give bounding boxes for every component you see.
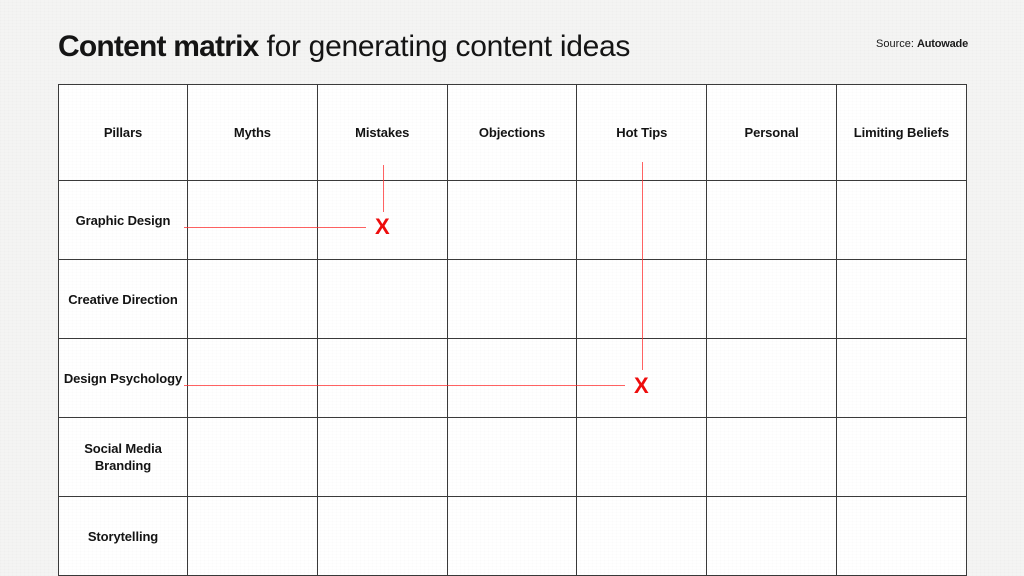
cell-design-psychology-myths[interactable] — [187, 338, 318, 418]
cell-social-media-branding-limiting-beliefs[interactable] — [835, 417, 967, 497]
cell-creative-direction-objections[interactable] — [446, 259, 578, 339]
column-header-limiting-beliefs: Limiting Beliefs — [835, 84, 967, 181]
cell-storytelling-limiting-beliefs[interactable] — [835, 496, 967, 576]
page-title: Content matrix for generating content id… — [58, 28, 630, 66]
source-credit: Source: Autowade — [876, 38, 968, 50]
table-row: Social Media Branding — [58, 417, 967, 497]
cell-social-media-branding-objections[interactable] — [446, 417, 578, 497]
page-title-emphasis: Content matrix — [58, 30, 259, 63]
column-header-mistakes: Mistakes — [316, 84, 448, 181]
cell-creative-direction-myths[interactable] — [187, 259, 318, 339]
row-label-storytelling: Storytelling — [58, 496, 188, 576]
cell-design-psychology-hot-tips[interactable] — [576, 338, 708, 418]
cell-graphic-design-limiting-beliefs[interactable] — [835, 180, 967, 260]
row-label-creative-direction: Creative Direction — [58, 259, 188, 339]
cell-graphic-design-objections[interactable] — [446, 180, 578, 260]
cell-storytelling-hot-tips[interactable] — [576, 496, 708, 576]
cell-design-psychology-mistakes[interactable] — [316, 338, 448, 418]
column-header-myths: Myths — [187, 84, 318, 181]
table-row: Creative Direction — [58, 259, 967, 339]
cell-creative-direction-hot-tips[interactable] — [576, 259, 708, 339]
table-row: Storytelling — [58, 496, 967, 576]
cell-graphic-design-mistakes[interactable] — [316, 180, 448, 260]
content-matrix-table: Pillars Myths Mistakes Objections Hot Ti… — [58, 84, 967, 576]
cell-creative-direction-mistakes[interactable] — [316, 259, 448, 339]
cell-social-media-branding-hot-tips[interactable] — [576, 417, 708, 497]
column-header-pillars: Pillars — [58, 84, 188, 181]
source-label: Source: — [876, 38, 914, 50]
cell-design-psychology-personal[interactable] — [706, 338, 837, 418]
source-name: Autowade — [917, 38, 968, 50]
cell-graphic-design-hot-tips[interactable] — [576, 180, 708, 260]
cell-storytelling-personal[interactable] — [706, 496, 837, 576]
cell-social-media-branding-mistakes[interactable] — [316, 417, 448, 497]
cell-storytelling-objections[interactable] — [446, 496, 578, 576]
row-label-social-media-branding: Social Media Branding — [58, 417, 188, 497]
page-title-rest: for generating content ideas — [258, 30, 631, 63]
table-row: Design Psychology — [58, 338, 967, 418]
column-header-hot-tips: Hot Tips — [576, 84, 708, 181]
cell-design-psychology-limiting-beliefs[interactable] — [835, 338, 967, 418]
page-header: Content matrix for generating content id… — [0, 0, 1024, 84]
cell-social-media-branding-personal[interactable] — [706, 417, 837, 497]
row-label-design-psychology: Design Psychology — [58, 338, 188, 418]
cell-graphic-design-personal[interactable] — [706, 180, 837, 260]
cell-storytelling-myths[interactable] — [187, 496, 318, 576]
cell-creative-direction-limiting-beliefs[interactable] — [835, 259, 967, 339]
row-label-graphic-design: Graphic Design — [58, 180, 188, 260]
column-header-personal: Personal — [706, 84, 837, 181]
cell-design-psychology-objections[interactable] — [446, 338, 578, 418]
table-header-row: Pillars Myths Mistakes Objections Hot Ti… — [58, 84, 967, 181]
cell-creative-direction-personal[interactable] — [706, 259, 837, 339]
cell-storytelling-mistakes[interactable] — [316, 496, 448, 576]
cell-social-media-branding-myths[interactable] — [187, 417, 318, 497]
cell-graphic-design-myths[interactable] — [187, 180, 318, 260]
table-row: Graphic Design — [58, 180, 967, 260]
column-header-objections: Objections — [446, 84, 578, 181]
